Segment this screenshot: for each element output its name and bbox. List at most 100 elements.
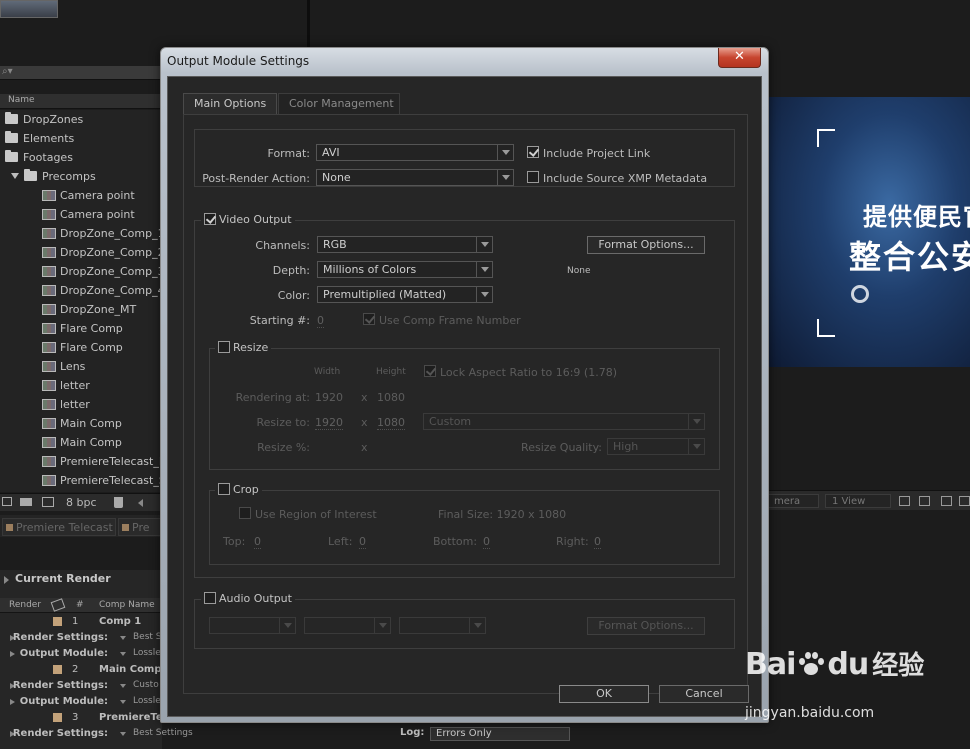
project-list-item[interactable]: PremiereTelecast_IN (42, 452, 170, 471)
render-setting-value[interactable]: Best Settings (117, 728, 193, 738)
crop-left-field[interactable]: 0 (359, 535, 366, 549)
audio-rate-select[interactable] (209, 617, 296, 634)
disclosure-triangle-icon[interactable] (11, 173, 19, 179)
toggle-pixel-icon[interactable] (899, 496, 910, 506)
project-item-label: letter (60, 398, 90, 411)
project-item-label: Camera point (60, 208, 135, 221)
new-folder-icon[interactable] (20, 498, 32, 506)
render-setting-label: Output Module: (19, 648, 108, 659)
show-channel-icon[interactable] (959, 496, 970, 506)
channels-select[interactable]: RGB (317, 236, 493, 253)
close-button[interactable]: ✕ (718, 48, 761, 68)
expand-triangle-icon[interactable] (10, 699, 15, 705)
project-list-item[interactable]: PremiereTelecast_S (42, 471, 166, 490)
crop-bottom-field[interactable]: 0 (483, 535, 490, 549)
project-list-item[interactable]: DropZone_Comp_1 (42, 224, 165, 243)
depth-select[interactable]: Millions of Colors (317, 261, 493, 278)
render-setting-value[interactable]: Lossle (117, 696, 161, 706)
crop-right-field[interactable]: 0 (594, 535, 601, 549)
label-color-swatch[interactable] (53, 665, 62, 674)
include-xmp-checkbox[interactable] (527, 171, 539, 183)
audio-format-options-button[interactable]: Format Options... (587, 617, 705, 635)
audio-channels-select[interactable] (399, 617, 486, 634)
ok-button[interactable]: OK (559, 685, 649, 703)
video-output-checkbox[interactable] (204, 213, 216, 225)
project-list-item[interactable]: Camera point (42, 186, 135, 205)
label-color-swatch[interactable] (53, 617, 62, 626)
composition-icon (42, 285, 56, 296)
project-list-item[interactable]: DropZone_MT (42, 300, 136, 319)
paw-logo-icon (797, 652, 825, 676)
project-list-item[interactable]: Main Comp (42, 414, 122, 433)
log-select[interactable]: Errors Only (430, 727, 570, 741)
col-render[interactable]: Render (9, 600, 41, 610)
active-camera-select[interactable]: mera (767, 494, 819, 508)
project-list-item[interactable]: DropZones (5, 110, 83, 129)
snapshot-icon[interactable] (941, 496, 952, 506)
starting-number-field[interactable]: 0 (317, 314, 324, 328)
tab-premiere-telecast[interactable]: Premiere Telecast (2, 518, 116, 536)
include-project-link-checkbox[interactable] (527, 146, 539, 158)
resize-quality-select[interactable]: High (607, 438, 705, 455)
chevron-down-icon (497, 170, 513, 185)
project-list-item[interactable]: Flare Comp (42, 319, 123, 338)
crop-top-field[interactable]: 0 (254, 535, 261, 549)
new-comp-icon[interactable] (42, 497, 54, 507)
project-item-label: Main Comp (60, 417, 122, 430)
audio-output-checkbox[interactable] (204, 592, 216, 604)
project-list-item[interactable]: DropZone_Comp_4 (42, 281, 165, 300)
project-list-item[interactable]: Precomps (11, 167, 96, 186)
expand-triangle-icon[interactable] (10, 651, 15, 657)
tab-color-management[interactable]: Color Management (278, 93, 400, 115)
col-comp-name[interactable]: Comp Name (99, 600, 155, 610)
project-list-item[interactable]: DropZone_Comp_3 (42, 262, 165, 281)
project-list-item[interactable]: letter (42, 376, 90, 395)
label-tag-icon[interactable] (50, 598, 66, 612)
project-list-item[interactable]: Flare Comp (42, 338, 123, 357)
interpret-footage-icon[interactable] (2, 497, 12, 506)
scroll-left-icon[interactable] (138, 499, 143, 507)
project-list-item[interactable]: Camera point (42, 205, 135, 224)
resize-checkbox[interactable] (218, 341, 230, 353)
crop-checkbox[interactable] (218, 483, 230, 495)
folder-icon (5, 112, 18, 124)
lock-aspect-checkbox[interactable] (424, 365, 436, 377)
project-list-item[interactable]: letter (42, 395, 90, 414)
col-number[interactable]: # (76, 600, 84, 610)
tab-main-options[interactable]: Main Options (183, 93, 277, 115)
render-setting-label: Render Settings: (12, 632, 108, 643)
label-color-swatch[interactable] (53, 713, 62, 722)
tab-pre[interactable]: Pre (118, 518, 162, 536)
project-item-label: Precomps (42, 170, 96, 183)
format-options-button[interactable]: Format Options... (587, 236, 705, 254)
bpc-label[interactable]: 8 bpc (66, 496, 97, 509)
reset-exposure-icon[interactable] (919, 496, 930, 506)
project-search-field[interactable]: ⌕▾ (0, 66, 162, 80)
project-list-item[interactable]: DropZone_Comp_2 (42, 243, 165, 262)
render-setting-value[interactable]: Lossle (117, 648, 161, 658)
composition-icon (42, 247, 56, 258)
watermark-brand-cn: 经验 (872, 651, 925, 681)
project-list-item[interactable]: Elements (5, 129, 74, 148)
render-setting-value[interactable]: Custo (117, 680, 159, 690)
color-select[interactable]: Premultiplied (Matted) (317, 286, 493, 303)
view-layout-select[interactable]: 1 View (825, 494, 891, 508)
use-roi-checkbox[interactable] (239, 507, 251, 519)
current-render-title: Current Render (0, 572, 162, 588)
render-setting-value[interactable]: Best S (117, 632, 162, 642)
use-comp-frame-checkbox[interactable] (363, 313, 375, 325)
trash-icon[interactable] (114, 497, 123, 508)
resize-width-field[interactable]: 1920 (315, 416, 343, 430)
project-column-header[interactable]: Name (0, 94, 162, 109)
project-list-item[interactable]: Main Comp (42, 433, 122, 452)
project-list-item[interactable]: Lens (42, 357, 85, 376)
panel-divider (307, 0, 310, 50)
cancel-button[interactable]: Cancel (659, 685, 749, 703)
composition-icon (42, 323, 56, 334)
audio-depth-select[interactable] (304, 617, 391, 634)
resize-height-field[interactable]: 1080 (377, 416, 405, 430)
project-list-item[interactable]: Footages (5, 148, 73, 167)
post-render-action-select[interactable]: None (316, 169, 514, 186)
resize-preset-select[interactable]: Custom (423, 413, 705, 430)
format-select[interactable]: AVI (316, 144, 514, 161)
